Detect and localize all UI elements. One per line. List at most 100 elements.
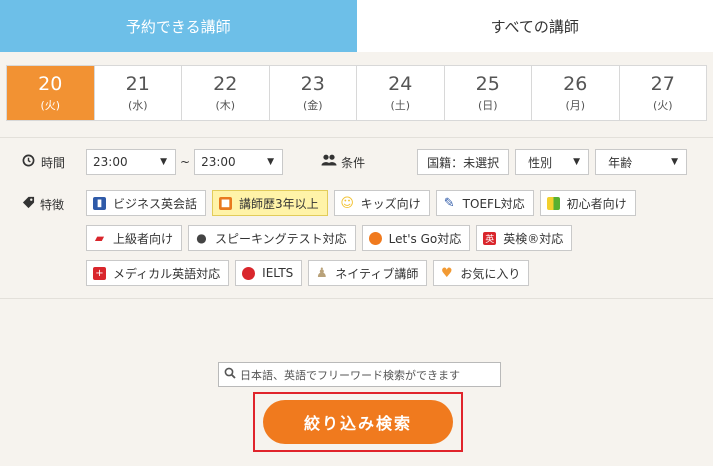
- heart-icon: ♥: [441, 265, 453, 281]
- feature-chip-experience[interactable]: ■ 講師歴3年以上: [212, 190, 328, 216]
- date-weekday: (土): [390, 99, 411, 112]
- eiken-icon: 英: [483, 231, 497, 245]
- date-weekday: (木): [215, 99, 236, 112]
- tag-icon: [22, 196, 35, 212]
- feature-chip-kids[interactable]: ☺ キッズ向け: [333, 190, 430, 216]
- time-from-select[interactable]: 23:00 ▼: [86, 149, 176, 175]
- feature-chip-letsgo[interactable]: Let's Go対応: [361, 225, 471, 251]
- date-item[interactable]: 21 (水): [95, 66, 182, 120]
- features-row: 特徴 ▮ ビジネス英会話 ■ 講師歴3年以上 ☺ キッズ向け ✎ TOEFL対応 初心者…: [22, 190, 703, 295]
- feature-chip-label: ネイティブ講師: [335, 266, 419, 281]
- conditions-label: 条件: [321, 154, 365, 171]
- clock-icon: [22, 154, 35, 171]
- date-weekday: (月): [565, 99, 586, 112]
- nationality-value: 国籍：未選択: [427, 155, 500, 170]
- feature-chip-favorite[interactable]: ♥ お気に入り: [433, 260, 530, 286]
- divider: [0, 298, 713, 299]
- date-day: 20: [38, 73, 63, 95]
- teacher-tabs: 予約できる講師 すべての講師: [0, 0, 713, 52]
- feature-chip-speaking[interactable]: ● スピーキングテスト対応: [188, 225, 356, 251]
- date-day: 25: [475, 73, 500, 95]
- feature-chip-label: 講師歴3年以上: [239, 196, 319, 211]
- feature-chip-ielts[interactable]: IELTS: [235, 260, 303, 286]
- free-word-search-input[interactable]: 日本語、英語でフリーワード検索ができます: [218, 362, 501, 387]
- beginner-leaf-icon: [546, 196, 560, 210]
- time-range-separator: ~: [180, 155, 191, 169]
- date-item[interactable]: 22 (木): [182, 66, 270, 120]
- tab-all-teachers[interactable]: すべての講師: [356, 0, 713, 52]
- feature-chip-beginner[interactable]: 初心者向け: [539, 190, 636, 216]
- date-picker: 20 (火) 21 (水) 22 (木) 23 (金) 24 (土) 25 (日) 26 (月…: [0, 52, 713, 129]
- dropdown-arrow-icon: ▼: [267, 157, 275, 167]
- time-from-value: 23:00: [93, 155, 128, 169]
- date-item[interactable]: 26 (月): [532, 66, 620, 120]
- time-to-value: 23:00: [201, 155, 236, 169]
- feature-chip-label: 初心者向け: [566, 196, 627, 211]
- microphone-icon: ●: [196, 231, 207, 245]
- feature-chip-business[interactable]: ▮ ビジネス英会話: [86, 190, 207, 216]
- feature-chips: ▮ ビジネス英会話 ■ 講師歴3年以上 ☺ キッズ向け ✎ TOEFL対応 初心者向け …: [86, 190, 703, 295]
- date-day: 26: [563, 73, 588, 95]
- feature-chip-label: Let's Go対応: [388, 231, 462, 246]
- time-label: 時間: [22, 154, 86, 171]
- date-day: 24: [388, 73, 413, 95]
- ball-icon: [368, 231, 382, 245]
- feature-chip-label: お気に入り: [460, 266, 521, 281]
- conditions-label-text: 条件: [341, 155, 366, 170]
- time-condition-row: 時間 23:00 ▼ ~ 23:00 ▼ 条件 国籍：未選択 性別 ▼ 年齢 ▼: [22, 149, 703, 175]
- gender-value: 性別: [528, 155, 553, 170]
- date-weekday: (火): [652, 99, 673, 112]
- edit-icon: ✎: [443, 195, 455, 211]
- date-item[interactable]: 24 (土): [357, 66, 445, 120]
- graduation-cap-icon: ▰: [94, 231, 105, 245]
- feature-chip-native[interactable]: ♟ ネイティブ講師: [308, 260, 428, 286]
- cube-icon: ■: [219, 196, 233, 210]
- feature-chip-toefl[interactable]: ✎ TOEFL対応: [435, 190, 534, 216]
- filter-panel: 時間 23:00 ▼ ~ 23:00 ▼ 条件 国籍：未選択 性別 ▼ 年齢 ▼: [0, 138, 713, 295]
- search-placeholder: 日本語、英語でフリーワード検索ができます: [240, 368, 460, 382]
- gender-select[interactable]: 性別 ▼: [515, 149, 590, 175]
- date-day: 27: [650, 73, 675, 95]
- search-icon: [224, 367, 236, 382]
- dropdown-arrow-icon: ▼: [160, 157, 167, 167]
- feature-chip-label: TOEFL対応: [462, 196, 525, 211]
- date-item[interactable]: 27 (火): [620, 66, 707, 120]
- feature-chip-label: ビジネス英会話: [113, 196, 198, 211]
- dropdown-arrow-icon: ▼: [573, 157, 581, 167]
- filter-search-button[interactable]: 絞り込み検索: [263, 400, 453, 444]
- date-item[interactable]: 20 (火): [7, 66, 95, 120]
- medical-bag-icon: +: [93, 266, 106, 280]
- date-item[interactable]: 25 (日): [445, 66, 532, 120]
- age-select[interactable]: 年齢 ▼: [595, 149, 688, 175]
- ielts-icon: [242, 266, 256, 280]
- feature-chip-label: 英検®対応: [503, 231, 564, 246]
- features-label-text: 特徴: [40, 198, 65, 212]
- feature-chip-eiken[interactable]: 英英検®対応: [476, 225, 573, 251]
- features-label: 特徴: [22, 190, 86, 295]
- date-weekday: (金): [302, 99, 323, 112]
- people-icon: [321, 154, 337, 170]
- person-icon: ♟: [315, 265, 328, 281]
- time-label-text: 時間: [41, 155, 66, 170]
- date-item[interactable]: 23 (金): [270, 66, 357, 120]
- smile-icon: ☺: [340, 195, 354, 211]
- age-value: 年齢: [608, 155, 633, 170]
- feature-chip-medical[interactable]: + メディカル英語対応: [86, 260, 230, 286]
- date-day: 21: [125, 73, 150, 95]
- nationality-select[interactable]: 国籍：未選択: [417, 149, 510, 175]
- feature-chip-label: 上級者向け: [113, 231, 174, 246]
- date-weekday: (火): [40, 99, 61, 112]
- date-day: 23: [300, 73, 325, 95]
- feature-chip-label: キッズ向け: [360, 196, 421, 211]
- feature-chip-label: スピーキングテスト対応: [215, 231, 347, 246]
- tab-available-teachers[interactable]: 予約できる講師: [0, 0, 357, 52]
- feature-chip-label: IELTS: [262, 266, 294, 280]
- dropdown-arrow-icon: ▼: [671, 157, 679, 167]
- feature-chip-advanced[interactable]: ▰ 上級者向け: [86, 225, 183, 251]
- date-day: 22: [213, 73, 238, 95]
- feature-chip-label: メディカル英語対応: [113, 266, 221, 281]
- time-to-select[interactable]: 23:00 ▼: [194, 149, 284, 175]
- books-icon: ▮: [93, 196, 106, 210]
- date-weekday: (水): [127, 99, 148, 112]
- date-weekday: (日): [477, 99, 498, 112]
